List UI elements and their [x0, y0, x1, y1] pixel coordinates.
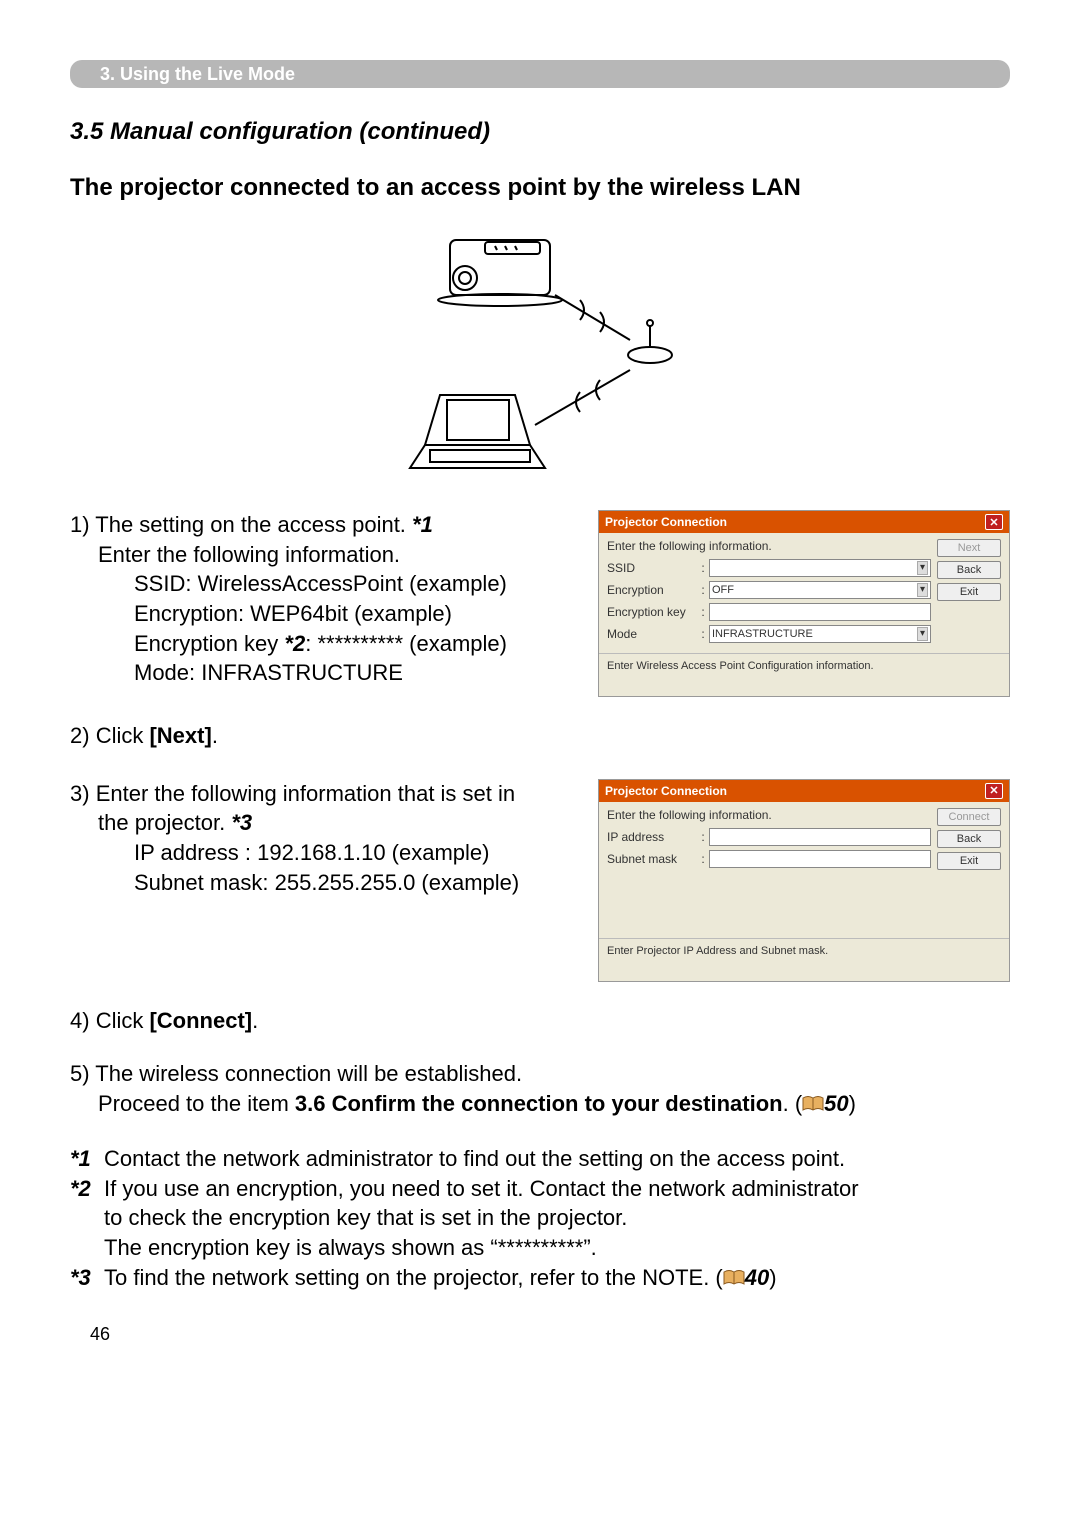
- exit-button[interactable]: Exit: [937, 583, 1001, 601]
- dialog2-prompt: Enter the following information.: [607, 808, 931, 822]
- step-1-ssid: SSID: WirelessAccessPoint (example): [70, 569, 578, 599]
- step-5-line1: The wireless connection will be establis…: [95, 1061, 522, 1086]
- diagram-projector-ap-laptop: [330, 220, 750, 490]
- step-1-line1: The setting on the access point.: [95, 512, 406, 537]
- step-1-line2: Enter the following information.: [70, 540, 578, 570]
- mode-select[interactable]: INFRASTRUCTURE: [709, 625, 931, 643]
- footnote-3-key: *3: [70, 1263, 104, 1294]
- step-1-enckey-prefix: Encryption key: [134, 631, 278, 656]
- step-3-ip: IP address : 192.168.1.10 (example): [70, 838, 578, 868]
- footnotes: *1 Contact the network administrator to …: [70, 1144, 1010, 1294]
- step-5-text: 5) The wireless connection will be estab…: [70, 1059, 1010, 1120]
- step-2-number: 2): [70, 723, 90, 748]
- page-heading: The projector connected to an access poi…: [70, 174, 1010, 202]
- page-ref-50: 50: [824, 1091, 848, 1116]
- step-3-number: 3): [70, 781, 90, 806]
- connect-button[interactable]: Connect: [937, 808, 1001, 826]
- step-1-enckey-suffix: : ********** (example): [305, 631, 507, 656]
- step-1-number: 1): [70, 512, 90, 537]
- step-2-prefix: Click: [96, 723, 150, 748]
- step-4-bold: [Connect]: [149, 1008, 252, 1033]
- dialog2-title-text: Projector Connection: [605, 784, 727, 798]
- encryption-select[interactable]: OFF: [709, 581, 931, 599]
- page-ref-40: 40: [745, 1265, 769, 1290]
- back-button[interactable]: Back: [937, 830, 1001, 848]
- step-3-line1a: Enter the following information that is …: [96, 781, 515, 806]
- step-4-text: 4) Click [Connect].: [70, 1006, 1010, 1036]
- dialog1-titlebar: Projector Connection ✕: [599, 511, 1009, 533]
- close-icon[interactable]: ✕: [985, 514, 1003, 530]
- step-3-row: 3) Enter the following information that …: [70, 779, 1010, 982]
- step-1-mode: Mode: INFRASTRUCTURE: [70, 658, 578, 688]
- dialog2-label-mask: Subnet mask: [607, 852, 697, 866]
- dialog2-titlebar: Projector Connection ✕: [599, 780, 1009, 802]
- step-3-mask: Subnet mask: 255.255.255.0 (example): [70, 868, 578, 898]
- dialog1-label-encryption: Encryption: [607, 583, 697, 597]
- dialog2-status: Enter Projector IP Address and Subnet ma…: [599, 938, 1009, 981]
- step-5-line2c: ): [849, 1091, 856, 1116]
- footnote-1-key: *1: [70, 1144, 104, 1174]
- book-icon: [802, 1090, 824, 1120]
- book-icon: [723, 1264, 745, 1294]
- footnote-1-text: Contact the network administrator to fin…: [104, 1144, 1010, 1174]
- step-3-line1b: the projector.: [98, 810, 225, 835]
- footnote-ref-2: *2: [284, 631, 305, 656]
- section-bar-label: 3. Using the Live Mode: [100, 64, 295, 85]
- encryption-key-input[interactable]: [709, 603, 931, 621]
- ip-address-input[interactable]: [709, 828, 931, 846]
- footnote-ref-3: *3: [231, 810, 252, 835]
- step-5-number: 5): [70, 1061, 90, 1086]
- subnet-mask-input[interactable]: [709, 850, 931, 868]
- manual-page: 3. Using the Live Mode 3.5 Manual config…: [0, 0, 1080, 1385]
- subsection-title: 3.5 Manual configuration (continued): [70, 118, 1010, 146]
- footnote-3-textb: ): [769, 1265, 776, 1290]
- step-2-bold: [Next]: [149, 723, 211, 748]
- dialog1-label-enckey: Encryption key: [607, 605, 697, 619]
- dialog-wireless-config: Projector Connection ✕ Enter the followi…: [598, 510, 1010, 697]
- back-button[interactable]: Back: [937, 561, 1001, 579]
- step-5-line2b: . (: [783, 1091, 803, 1116]
- dialog-ip-config: Projector Connection ✕ Enter the followi…: [598, 779, 1010, 982]
- step-4-prefix: Click: [96, 1008, 150, 1033]
- footnote-2-key: *2: [70, 1174, 104, 1263]
- step-2-suffix: .: [212, 723, 218, 748]
- step-2-text: 2) Click [Next].: [70, 721, 1010, 751]
- exit-button[interactable]: Exit: [937, 852, 1001, 870]
- next-button[interactable]: Next: [937, 539, 1001, 557]
- dialog1-prompt: Enter the following information.: [607, 539, 931, 553]
- section-bar: 3. Using the Live Mode: [70, 60, 1010, 88]
- dialog1-status: Enter Wireless Access Point Configuratio…: [599, 653, 1009, 696]
- step-5-bold: 3.6 Confirm the connection to your desti…: [295, 1091, 783, 1116]
- page-number: 46: [70, 1324, 1010, 1345]
- step-1-row: 1) The setting on the access point. *1 E…: [70, 510, 1010, 697]
- dialog1-title-text: Projector Connection: [605, 515, 727, 529]
- ssid-select[interactable]: [709, 559, 931, 577]
- step-5-line2a: Proceed to the item: [98, 1091, 295, 1116]
- footnote-3-texta: To find the network setting on the proje…: [104, 1265, 723, 1290]
- footnote-ref-1: *1: [412, 512, 433, 537]
- footnote-2-l2: to check the encryption key that is set …: [104, 1205, 627, 1230]
- step-1-text: 1) The setting on the access point. *1 E…: [70, 510, 578, 688]
- footnote-2-l1: If you use an encryption, you need to se…: [104, 1176, 859, 1201]
- dialog2-label-ip: IP address: [607, 830, 697, 844]
- footnote-2-l3: The encryption key is always shown as “*…: [104, 1235, 597, 1260]
- step-3-text: 3) Enter the following information that …: [70, 779, 578, 898]
- step-4-number: 4): [70, 1008, 90, 1033]
- close-icon[interactable]: ✕: [985, 783, 1003, 799]
- dialog1-label-ssid: SSID: [607, 561, 697, 575]
- step-1-encryption: Encryption: WEP64bit (example): [70, 599, 578, 629]
- dialog1-label-mode: Mode: [607, 627, 697, 641]
- step-4-suffix: .: [252, 1008, 258, 1033]
